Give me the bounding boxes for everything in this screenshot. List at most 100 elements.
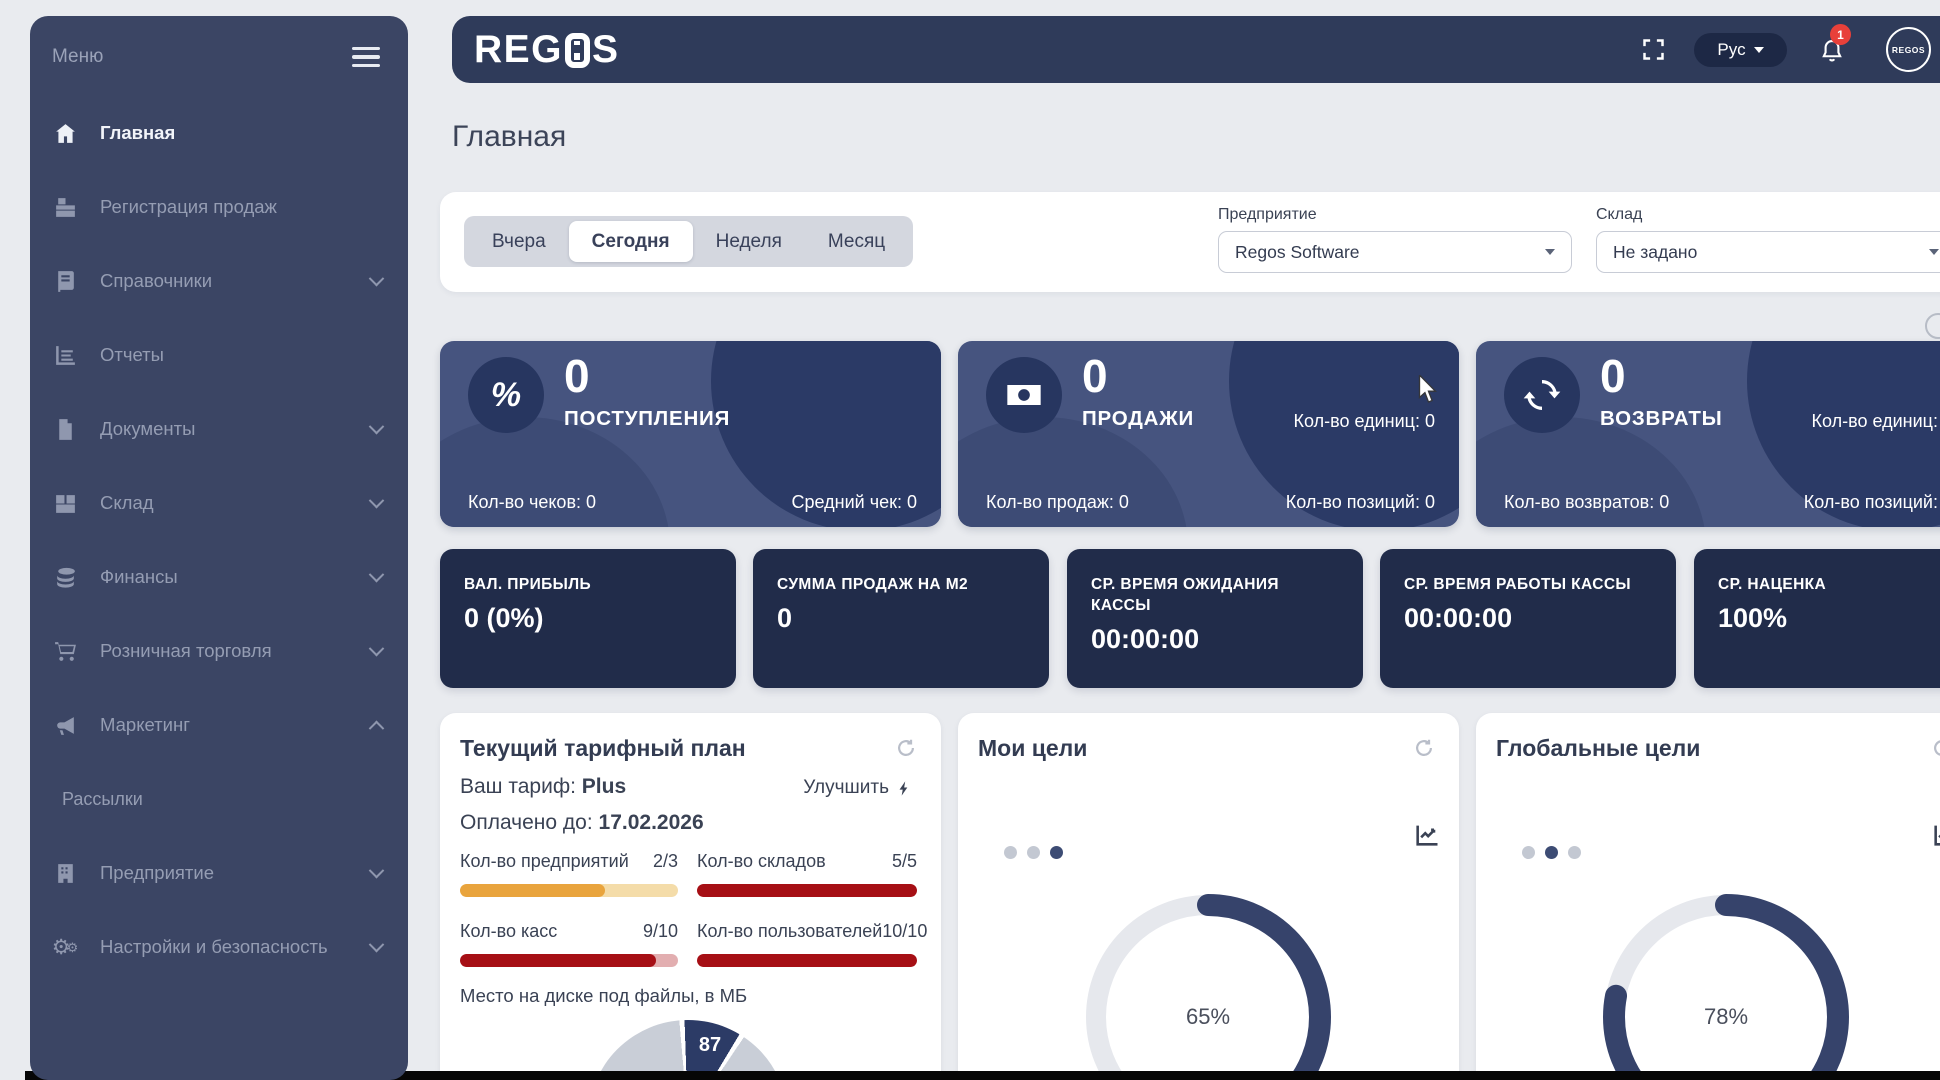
stat-bottom-left: Кол-во продаж: 0	[986, 492, 1129, 512]
goals-card-title: Мои цели	[978, 735, 1088, 761]
tariff-card-title: Текущий тарифный план	[460, 735, 746, 761]
disk-space-label: Место на диске под файлы, в МБ	[460, 985, 748, 1006]
limit-users: Кол-во пользователей 10/10	[697, 921, 927, 967]
kpi-card-avg-markup: СР. НАЦЕНКА 100%	[1694, 549, 1940, 688]
refresh-icon[interactable]	[895, 737, 917, 759]
kpi-label: СР. ВРЕМЯ РАБОТЫ КАССЫ	[1404, 576, 1631, 593]
regos-logo: REG S	[474, 28, 620, 71]
carousel-dot[interactable]	[1027, 846, 1040, 859]
fullscreen-icon[interactable]	[1640, 36, 1667, 63]
enterprise-select[interactable]: Regos Software	[1218, 231, 1572, 273]
sidebar-item-reports[interactable]: Отчеты	[30, 318, 408, 392]
carousel-dot[interactable]	[1004, 846, 1017, 859]
line-chart-icon[interactable]	[1413, 821, 1441, 849]
sidebar-item-marketing[interactable]: Маркетинг	[30, 688, 408, 762]
tab-today[interactable]: Сегодня	[568, 221, 693, 262]
chevron-up-icon	[368, 720, 385, 736]
progress-bar	[460, 954, 678, 967]
sidebar-nav: Главная Регистрация продаж Справочники О…	[30, 96, 408, 984]
sidebar-item-directories[interactable]: Справочники	[30, 244, 408, 318]
carousel-dot[interactable]	[1545, 846, 1558, 859]
building-icon	[52, 860, 78, 886]
cart-icon	[52, 638, 78, 664]
my-goals-card: Мои цели 65%	[958, 713, 1459, 1080]
enterprise-filter: Предприятие Regos Software	[1218, 206, 1572, 273]
stat-title: ВОЗВРАТЫ	[1600, 407, 1723, 430]
sidebar-item-retail[interactable]: Розничная торговля	[30, 614, 408, 688]
carousel-dot[interactable]	[1522, 846, 1535, 859]
pie-slice-label: 87	[698, 1034, 722, 1056]
refresh-icon[interactable]	[1925, 313, 1940, 339]
sidebar-item-settings-security[interactable]: ⚙ ⚙ Настройки и безопасность	[30, 910, 408, 984]
progress-bar	[697, 954, 917, 967]
carousel-dots	[1004, 846, 1063, 859]
hamburger-menu-icon[interactable]	[352, 47, 380, 67]
goals-card-title: Глобальные цели	[1496, 735, 1701, 761]
sidebar-item-enterprise[interactable]: Предприятие	[30, 836, 408, 910]
notification-badge: 1	[1830, 24, 1851, 45]
caret-down-icon	[1545, 249, 1555, 255]
sidebar-item-home[interactable]: Главная	[30, 96, 408, 170]
progress-bar	[460, 884, 678, 897]
limit-enterprises: Кол-во предприятий 2/3	[460, 851, 678, 897]
goal-gauge: 78%	[1601, 892, 1851, 1080]
warehouse-select[interactable]: Не задано	[1596, 231, 1940, 273]
stat-top-right: Кол-во единиц: 0	[1293, 411, 1435, 431]
kpi-label: СР. НАЦЕНКА	[1718, 576, 1827, 593]
document-icon	[52, 416, 78, 442]
gears-icon: ⚙ ⚙	[51, 935, 79, 959]
caret-down-icon	[1753, 47, 1764, 53]
regos-logo-o-icon	[565, 32, 591, 68]
tab-month[interactable]: Месяц	[805, 221, 908, 262]
sidebar-item-mailings[interactable]: Рассылки	[30, 762, 408, 836]
home-icon	[52, 120, 78, 146]
progress-bar	[697, 884, 917, 897]
stat-bottom-right: Средний чек: 0	[791, 492, 917, 512]
refresh-icon[interactable]	[1413, 737, 1435, 759]
topbar: REG S Рус 1 REGOS	[452, 16, 1940, 83]
chevron-down-icon	[368, 640, 385, 656]
kpi-label: СР. ВРЕМЯ ОЖИДАНИЯ КАССЫ	[1091, 576, 1279, 614]
cash-register-icon	[52, 194, 78, 220]
carousel-dots	[1522, 846, 1581, 859]
megaphone-icon	[52, 712, 78, 738]
kpi-card-avg-work-time: СР. ВРЕМЯ РАБОТЫ КАССЫ 00:00:00	[1380, 549, 1676, 688]
chevron-down-icon	[368, 492, 385, 508]
sidebar-item-documents[interactable]: Документы	[30, 392, 408, 466]
kpi-card-avg-wait-time: СР. ВРЕМЯ ОЖИДАНИЯ КАССЫ 00:00:00	[1067, 549, 1363, 688]
period-tabs: Вчера Сегодня Неделя Месяц	[464, 216, 914, 267]
sidebar-item-warehouse[interactable]: Склад	[30, 466, 408, 540]
global-goals-card: Глобальные цели 78%	[1476, 713, 1940, 1080]
kpi-value: 100%	[1718, 602, 1788, 633]
sidebar-menu-label: Меню	[52, 46, 104, 67]
line-chart-icon[interactable]	[1931, 821, 1940, 849]
user-avatar[interactable]: REGOS	[1886, 27, 1931, 72]
carousel-dot[interactable]	[1050, 846, 1063, 859]
language-selector[interactable]: Рус	[1694, 33, 1787, 67]
limit-cash-registers: Кол-во касс 9/10	[460, 921, 678, 967]
regos-dashboard: Меню Главная Регистрация продаж Справочн…	[0, 0, 1940, 1080]
limit-warehouses: Кол-во складов 5/5	[697, 851, 917, 897]
stat-bottom-right: Кол-во позиций: 0	[1285, 492, 1435, 512]
stat-card-receipts: % 0 ПОСТУПЛЕНИЯ Кол-во чеков: 0 Средний …	[440, 341, 941, 527]
kpi-value: 00:00:00	[1091, 623, 1200, 654]
mouse-cursor	[1418, 375, 1438, 403]
returns-icon	[1504, 357, 1580, 433]
refresh-icon[interactable]	[1931, 737, 1940, 759]
sidebar: Меню Главная Регистрация продаж Справочн…	[30, 16, 408, 1080]
enterprise-label: Предприятие	[1218, 206, 1317, 223]
kpi-value: 00:00:00	[1404, 602, 1513, 633]
stat-top-right: Кол-во единиц: 0	[1811, 411, 1940, 431]
sidebar-item-sales-registration[interactable]: Регистрация продаж	[30, 170, 408, 244]
reports-icon	[52, 342, 78, 368]
tab-week[interactable]: Неделя	[693, 221, 805, 262]
chevron-down-icon	[368, 862, 385, 878]
upgrade-link[interactable]: Улучшить	[803, 777, 913, 799]
sidebar-item-finance[interactable]: Финансы	[30, 540, 408, 614]
tab-yesterday[interactable]: Вчера	[469, 221, 569, 262]
carousel-dot[interactable]	[1568, 846, 1581, 859]
tariff-limits: Кол-во предприятий 2/3 Кол-во складов 5/5 …	[460, 851, 927, 967]
kpi-label: ВАЛ. ПРИБЫЛЬ	[464, 576, 592, 593]
kpi-value: 0 (0%)	[464, 602, 544, 633]
stat-card-returns: 0 ВОЗВРАТЫ Кол-во единиц: 0 Кол-во возвр…	[1476, 341, 1940, 527]
